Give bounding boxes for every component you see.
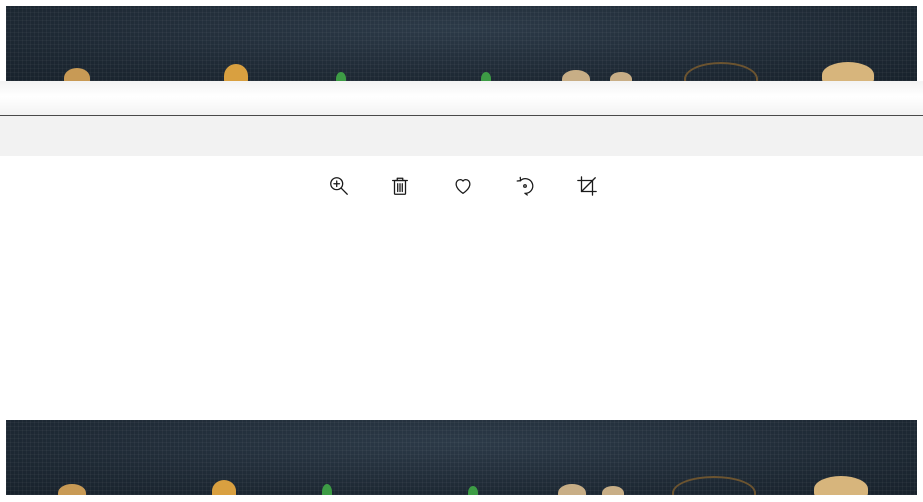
photo-object <box>224 64 248 81</box>
photo-object <box>336 72 346 81</box>
zoom-in-icon <box>330 177 348 195</box>
delete-button[interactable] <box>385 171 415 201</box>
crop-button[interactable] <box>572 171 602 201</box>
separator-band <box>0 116 923 156</box>
rotate-icon <box>516 176 534 196</box>
photo-object <box>610 72 632 81</box>
photo-object <box>58 484 86 495</box>
separator-gradient <box>0 81 923 115</box>
photo-preview-bottom <box>6 420 917 495</box>
photo-preview-top <box>6 6 917 81</box>
photo-object <box>822 62 874 81</box>
photo-object <box>481 72 491 81</box>
trash-icon <box>392 177 408 195</box>
photo-object <box>602 486 624 495</box>
rotate-button[interactable] <box>510 171 540 201</box>
photo-object <box>212 480 236 495</box>
image-toolbar <box>0 171 923 201</box>
photo-object <box>64 68 90 81</box>
crop-icon <box>577 176 597 196</box>
photo-object <box>558 484 586 495</box>
zoom-in-button[interactable] <box>324 171 354 201</box>
photo-object <box>814 476 868 495</box>
photo-object <box>322 484 332 495</box>
photo-object <box>468 486 478 495</box>
photo-object <box>672 476 756 495</box>
heart-icon <box>455 178 471 194</box>
photo-object <box>684 62 758 81</box>
photo-object <box>562 70 590 81</box>
favorite-button[interactable] <box>448 171 478 201</box>
